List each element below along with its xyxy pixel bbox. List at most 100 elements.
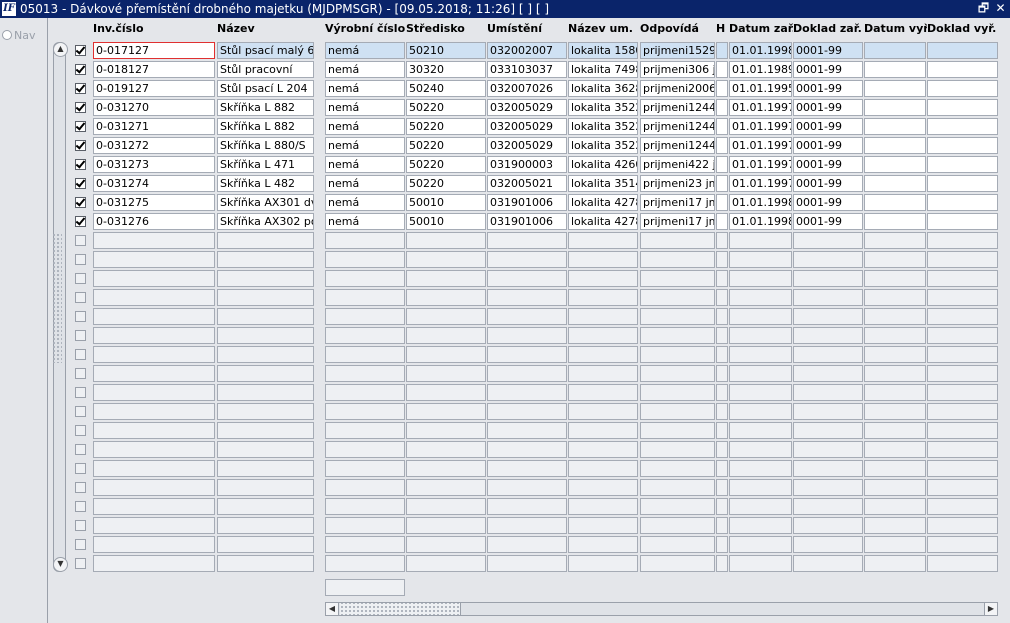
cell-h[interactable] (716, 384, 728, 401)
cell-inv-cislo[interactable] (93, 536, 215, 553)
cell-vyrobni-cislo[interactable] (325, 555, 405, 572)
cell-nazev[interactable]: Skříňka AX302 policov (217, 213, 314, 230)
cell-datum-zar[interactable]: 01.01.1997 (729, 156, 792, 173)
table-row[interactable] (48, 383, 1010, 402)
cell-odpovida[interactable] (640, 536, 715, 553)
cell-datum-vyr[interactable] (864, 251, 926, 268)
cell-datum-vyr[interactable] (864, 384, 926, 401)
cell-vyrobni-cislo[interactable] (325, 517, 405, 534)
cell-stredisko[interactable] (406, 384, 486, 401)
cell-datum-vyr[interactable] (864, 536, 926, 553)
table-row[interactable]: 0-017127Stůl psací malý 60x nemá502100320… (48, 41, 1010, 60)
table-row[interactable] (48, 307, 1010, 326)
cell-odpovida[interactable] (640, 460, 715, 477)
row-checkbox[interactable] (75, 101, 86, 113)
table-row[interactable] (48, 326, 1010, 345)
cell-h[interactable] (716, 194, 728, 211)
cell-stredisko[interactable] (406, 365, 486, 382)
cell-doklad-vyr[interactable] (927, 213, 998, 230)
cell-nazev-um[interactable]: lokalita 7498 (568, 61, 638, 78)
cell-doklad-vyr[interactable] (927, 536, 998, 553)
cell-datum-zar[interactable] (729, 422, 792, 439)
cell-doklad-vyr[interactable] (927, 251, 998, 268)
cell-datum-vyr[interactable] (864, 156, 926, 173)
cell-datum-vyr[interactable] (864, 308, 926, 325)
cell-stredisko[interactable] (406, 327, 486, 344)
cell-nazev[interactable]: Stůl psací malý 60x (217, 42, 314, 59)
cell-nazev[interactable] (217, 479, 314, 496)
row-checkbox[interactable] (75, 349, 86, 360)
cell-doklad-zar[interactable]: 0001-99 (793, 194, 863, 211)
cell-vyrobni-cislo[interactable] (325, 251, 405, 268)
row-checkbox[interactable] (75, 520, 86, 531)
cell-h[interactable] (716, 118, 728, 135)
cell-umisteni[interactable] (487, 365, 567, 382)
cell-odpovida[interactable] (640, 308, 715, 325)
cell-odpovida[interactable] (640, 251, 715, 268)
cell-datum-vyr[interactable] (864, 555, 926, 572)
table-row[interactable]: 0-031272 Skříňka L 880/S nemá 50220 03200502… (48, 136, 1010, 155)
cell-umisteni[interactable] (487, 498, 567, 515)
cell-doklad-zar[interactable] (793, 327, 863, 344)
cell-doklad-zar[interactable] (793, 308, 863, 325)
cell-stredisko[interactable]: 50220 (406, 156, 486, 173)
cell-umisteni[interactable]: 031901006 (487, 194, 567, 211)
cell-datum-zar[interactable] (729, 232, 792, 249)
cell-h[interactable] (716, 80, 728, 97)
cell-nazev-um[interactable] (568, 327, 638, 344)
cell-umisteni[interactable] (487, 270, 567, 287)
cell-nazev[interactable]: Skříňka L 482 (217, 175, 314, 192)
row-checkbox[interactable] (75, 368, 86, 379)
cell-datum-zar[interactable] (729, 251, 792, 268)
cell-doklad-zar[interactable] (793, 441, 863, 458)
cell-doklad-vyr[interactable] (927, 460, 998, 477)
cell-odpovida[interactable] (640, 365, 715, 382)
cell-h[interactable] (716, 175, 728, 192)
cell-stredisko[interactable]: 30320 (406, 61, 486, 78)
cell-inv-cislo[interactable] (93, 327, 215, 344)
table-row[interactable] (48, 497, 1010, 516)
cell-nazev[interactable] (217, 384, 314, 401)
cell-inv-cislo[interactable] (93, 270, 215, 287)
cell-nazev-um[interactable] (568, 460, 638, 477)
cell-nazev-um[interactable]: lokalita 1580 (568, 42, 638, 59)
cell-odpovida[interactable]: prijmeni23 jmeno (640, 175, 715, 192)
cell-umisteni[interactable]: 031900003 (487, 156, 567, 173)
cell-doklad-vyr[interactable] (927, 80, 998, 97)
cell-doklad-vyr[interactable] (927, 308, 998, 325)
column-header-vyrobni-cislo[interactable]: Výrobní číslo (325, 22, 406, 35)
cell-vyrobni-cislo[interactable] (325, 422, 405, 439)
cell-nazev-um[interactable]: lokalita 4278 (568, 194, 638, 211)
cell-inv-cislo[interactable]: 0-017127 (93, 42, 215, 59)
row-checkbox[interactable] (75, 44, 86, 56)
cell-doklad-zar[interactable] (793, 498, 863, 515)
cell-odpovida[interactable] (640, 270, 715, 287)
cell-odpovida[interactable] (640, 498, 715, 515)
cell-odpovida[interactable] (640, 403, 715, 420)
table-row[interactable] (48, 288, 1010, 307)
cell-datum-zar[interactable] (729, 346, 792, 363)
cell-umisteni[interactable] (487, 308, 567, 325)
row-checkbox[interactable] (75, 120, 86, 132)
cell-inv-cislo[interactable] (93, 289, 215, 306)
cell-h[interactable] (716, 403, 728, 420)
cell-doklad-zar[interactable] (793, 365, 863, 382)
cell-stredisko[interactable]: 50240 (406, 80, 486, 97)
cell-doklad-zar[interactable]: 0001-99 (793, 175, 863, 192)
cell-vyrobni-cislo[interactable]: nemá (325, 80, 405, 97)
cell-doklad-vyr[interactable] (927, 42, 998, 59)
cell-h[interactable] (716, 42, 728, 59)
cell-datum-zar[interactable] (729, 517, 792, 534)
cell-nazev-um[interactable] (568, 517, 638, 534)
cell-datum-vyr[interactable] (864, 441, 926, 458)
table-row[interactable] (48, 440, 1010, 459)
cell-doklad-zar[interactable]: 0001-99 (793, 80, 863, 97)
cell-h[interactable] (716, 365, 728, 382)
cell-datum-vyr[interactable] (864, 327, 926, 344)
cell-h[interactable] (716, 422, 728, 439)
cell-datum-vyr[interactable] (864, 498, 926, 515)
cell-vyrobni-cislo[interactable]: nemá (325, 137, 405, 154)
cell-doklad-vyr[interactable] (927, 118, 998, 135)
cell-nazev-um[interactable]: lokalita 3522 (568, 99, 638, 116)
cell-nazev[interactable] (217, 308, 314, 325)
